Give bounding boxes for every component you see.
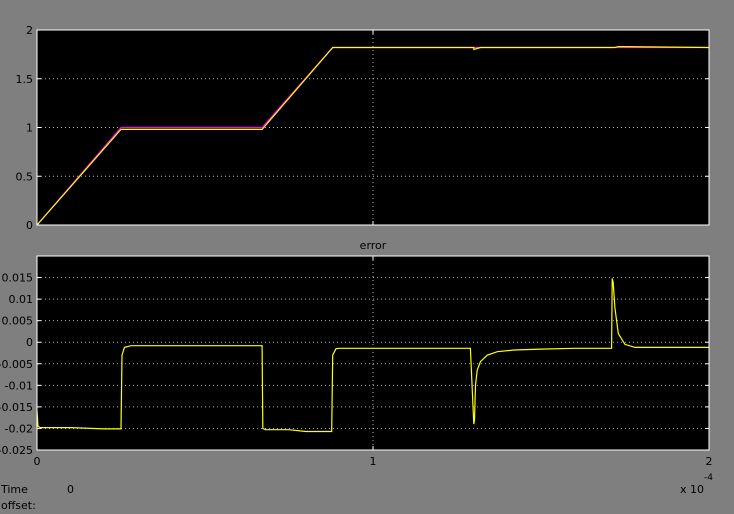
bottom-axes[interactable]: 0.015 0.01 0.005 0 -0.005 -0.01 -0.015 -0.02 -0.…: [0, 239, 713, 468]
y-tick-label: -0.005: [0, 358, 33, 371]
y-tick-label: -0.015: [0, 401, 33, 414]
x-exponent-text: -4: [704, 473, 713, 483]
time-offset-label: Time offset:: [1, 483, 36, 512]
y-tick-label: 2: [26, 24, 33, 37]
y-tick-label: 1: [26, 122, 33, 135]
y-tick-label: -0.02: [5, 422, 33, 435]
x-tick-label: 1: [370, 455, 377, 468]
top-axes[interactable]: 0 0.5 1 1.5 2: [16, 24, 710, 232]
y-tick-label: 0.01: [9, 293, 34, 306]
axes-title: error: [360, 239, 387, 252]
x-multiplier-text: x 10: [680, 483, 705, 496]
y-tick-label: 0.5: [16, 170, 34, 183]
y-tick-label: 0.005: [2, 315, 34, 328]
scope-display: 0 0.5 1 1.5 2 0.015 0.01 0.005 0 -0.005 -0.01 -0.0…: [0, 24, 713, 468]
time-offset-value: 0: [67, 483, 74, 496]
x-tick-label: 2: [706, 455, 713, 468]
y-tick-label: -0.025: [0, 444, 33, 457]
y-tick-label: -0.01: [5, 379, 33, 392]
y-tick-label: 0.015: [2, 272, 34, 285]
y-tick-label: 0: [26, 219, 33, 232]
x-axis-multiplier: x 10 -4: [680, 473, 713, 496]
y-tick-label: 0: [26, 336, 33, 349]
y-tick-label: 1.5: [16, 73, 34, 86]
x-tick-label: 0: [34, 455, 41, 468]
